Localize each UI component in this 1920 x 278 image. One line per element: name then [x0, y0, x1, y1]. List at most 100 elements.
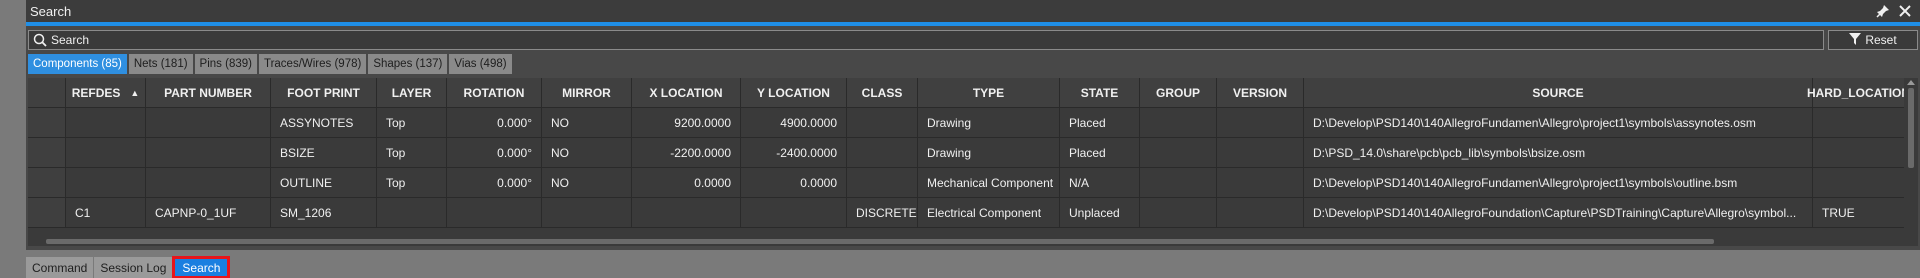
cell-group: [1140, 138, 1217, 167]
cell-refdes: [66, 108, 146, 137]
category-tabs: Components (85) Nets (181) Pins (839) Tr…: [28, 54, 512, 74]
column-header-y-location[interactable]: Y LOCATION: [741, 78, 847, 107]
cell-foot-print: BSIZE: [271, 138, 377, 167]
pin-icon[interactable]: [1874, 1, 1892, 21]
cell-y-location: [741, 198, 847, 227]
cell-type: Mechanical Component: [918, 168, 1060, 197]
search-box[interactable]: [28, 30, 1824, 50]
tab-session-log[interactable]: Session Log: [94, 257, 173, 278]
scroll-up-icon[interactable]: [1907, 80, 1915, 85]
cell-hard-location: [1813, 108, 1904, 137]
cell-group: [1140, 168, 1217, 197]
table-row[interactable]: C1 CAPNP-0_1UF SM_1206 DISCRETE Electric…: [28, 198, 1904, 228]
search-panel: Reset Components (85) Nets (181) Pins (8…: [26, 26, 1920, 250]
cell-version: [1217, 198, 1304, 227]
cell-hard-location: [1813, 168, 1904, 197]
sort-ascending-icon: ▲: [130, 87, 140, 98]
window-titlebar: Search: [26, 0, 1920, 22]
reset-button[interactable]: Reset: [1828, 30, 1918, 50]
column-header-version[interactable]: VERSION: [1217, 78, 1304, 107]
cell-rotation: 0.000°: [447, 138, 542, 167]
window-title: Search: [30, 3, 72, 19]
table-row[interactable]: OUTLINE Top 0.000° NO 0.0000 0.0000 Mech…: [28, 168, 1904, 198]
cell-mirror: NO: [542, 168, 632, 197]
cell-type: Electrical Component: [918, 198, 1060, 227]
cell-state: N/A: [1060, 168, 1140, 197]
column-header-state[interactable]: STATE: [1060, 78, 1140, 107]
cell-refdes: C1: [66, 198, 146, 227]
cell-refdes: [66, 138, 146, 167]
column-header-class[interactable]: CLASS: [847, 78, 918, 107]
cell-layer: Top: [377, 168, 447, 197]
cell-part-number: [146, 168, 271, 197]
cell-mirror: NO: [542, 108, 632, 137]
row-selector[interactable]: [28, 198, 66, 227]
column-header-x-location[interactable]: X LOCATION: [632, 78, 741, 107]
vertical-scrollbar-thumb[interactable]: [1908, 88, 1914, 168]
column-header-selector[interactable]: [28, 78, 66, 107]
cell-refdes: [66, 168, 146, 197]
cell-rotation: 0.000°: [447, 108, 542, 137]
tab-components[interactable]: Components (85): [28, 54, 127, 74]
cell-layer: [377, 198, 447, 227]
cell-class: [847, 108, 918, 137]
cell-foot-print: SM_1206: [271, 198, 377, 227]
cell-group: [1140, 198, 1217, 227]
cell-version: [1217, 108, 1304, 137]
cell-hard-location: [1813, 138, 1904, 167]
column-header-source[interactable]: SOURCE: [1304, 78, 1813, 107]
cell-part-number: [146, 138, 271, 167]
table-row[interactable]: ASSYNOTES Top 0.000° NO 9200.0000 4900.0…: [28, 108, 1904, 138]
horizontal-scrollbar-thumb[interactable]: [46, 239, 1714, 244]
row-selector[interactable]: [28, 168, 66, 197]
row-selector[interactable]: [28, 108, 66, 137]
tab-nets[interactable]: Nets (181): [128, 54, 193, 74]
close-icon[interactable]: [1896, 1, 1914, 21]
cell-source: D:\Develop\PSD140\140AllegroFundamen\All…: [1304, 168, 1813, 197]
table-row[interactable]: BSIZE Top 0.000° NO -2200.0000 -2400.000…: [28, 138, 1904, 168]
tab-shapes[interactable]: Shapes (137): [368, 54, 448, 74]
column-header-mirror[interactable]: MIRROR: [542, 78, 632, 107]
reset-label: Reset: [1865, 33, 1897, 47]
cell-state: Placed: [1060, 138, 1140, 167]
vertical-scrollbar[interactable]: [1904, 78, 1918, 246]
cell-x-location: -2200.0000: [632, 138, 741, 167]
column-header-type[interactable]: TYPE: [918, 78, 1060, 107]
cell-class: DISCRETE: [847, 198, 918, 227]
tab-command[interactable]: Command: [26, 257, 94, 278]
cell-foot-print: OUTLINE: [271, 168, 377, 197]
column-header-foot-print[interactable]: FOOT PRINT: [271, 78, 377, 107]
column-header-group[interactable]: GROUP: [1140, 78, 1217, 107]
search-input[interactable]: [51, 33, 1823, 47]
tab-traces-wires[interactable]: Traces/Wires (978): [258, 54, 367, 74]
cell-y-location: 4900.0000: [741, 108, 847, 137]
cell-part-number: [146, 108, 271, 137]
row-selector[interactable]: [28, 138, 66, 167]
cell-x-location: 9200.0000: [632, 108, 741, 137]
cell-state: Unplaced: [1060, 198, 1140, 227]
column-header-part-number[interactable]: PART NUMBER: [146, 78, 271, 107]
cell-part-number: CAPNP-0_1UF: [146, 198, 271, 227]
cell-layer: Top: [377, 108, 447, 137]
tab-pins[interactable]: Pins (839): [194, 54, 257, 74]
filter-icon: [1849, 32, 1862, 48]
cell-y-location: 0.0000: [741, 168, 847, 197]
tab-search[interactable]: Search: [172, 256, 231, 278]
cell-rotation: 0.000°: [447, 168, 542, 197]
column-header-hard-location[interactable]: HARD_LOCATION: [1807, 78, 1904, 107]
results-table: REFDES ▲ PART NUMBER FOOT PRINT LAYER RO…: [28, 78, 1904, 236]
cell-group: [1140, 108, 1217, 137]
cell-version: [1217, 138, 1304, 167]
bottom-tab-bar: Command Session Log Search: [26, 256, 231, 278]
column-header-layer[interactable]: LAYER: [377, 78, 447, 107]
cell-version: [1217, 168, 1304, 197]
tab-vias[interactable]: Vias (498): [449, 54, 512, 74]
horizontal-scrollbar[interactable]: [28, 236, 1904, 246]
column-header-label: REFDES: [71, 85, 121, 100]
column-header-refdes[interactable]: REFDES ▲: [66, 78, 146, 107]
cell-rotation: [447, 198, 542, 227]
cell-source: D:\Develop\PSD140\140AllegroFundamen\All…: [1304, 108, 1813, 137]
cell-source: D:\PSD_14.0\share\pcb\pcb_lib\symbols\bs…: [1304, 138, 1813, 167]
column-header-rotation[interactable]: ROTATION: [447, 78, 542, 107]
cell-x-location: 0.0000: [632, 168, 741, 197]
